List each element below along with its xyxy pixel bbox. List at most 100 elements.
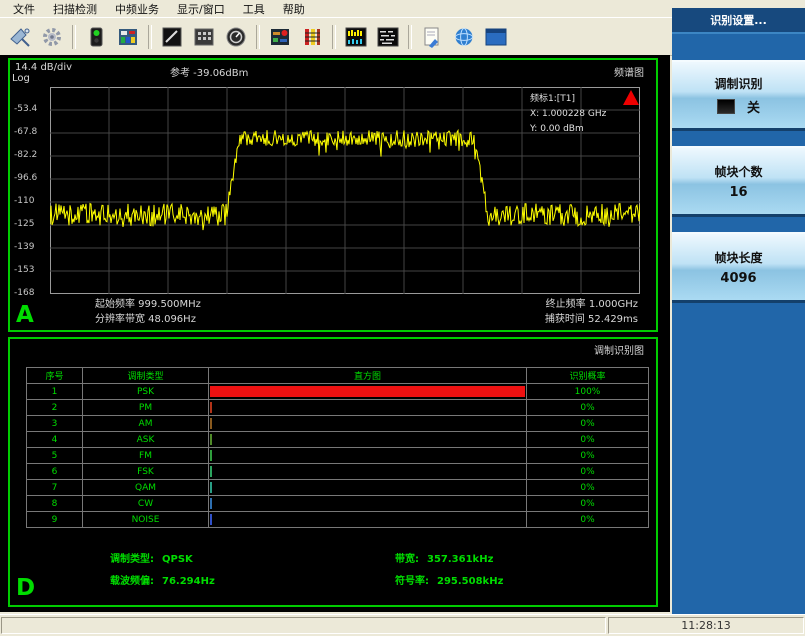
- spectrum-footer-right: 终止频率 1.000GHz 捕获时间 52.429ms: [545, 297, 638, 327]
- column-header: 识别概率: [527, 368, 649, 384]
- histogram-bar: [210, 434, 212, 445]
- menu-item-5[interactable]: 帮助: [274, 0, 314, 18]
- menu-item-2[interactable]: 中频业务: [106, 0, 168, 18]
- histogram-bar: [210, 482, 212, 493]
- y-axis-tick: -96.6: [14, 173, 48, 183]
- modulation-table: 序号调制类型直方图识别概率1PSK100%2PM0%3AM0%4ASK0%5FM…: [26, 367, 649, 528]
- modrec-summary-right: 带宽:357.361kHz 符号率:295.508kHz: [395, 549, 503, 593]
- window-button[interactable]: [481, 22, 511, 52]
- black-display-icon: [161, 26, 183, 48]
- spectrum-display-icon: [345, 26, 367, 48]
- panel-letter-d: D: [16, 575, 35, 601]
- sidebar-button-value: 16: [729, 185, 747, 200]
- sidebar-title: 识别设置...: [672, 8, 805, 34]
- symbol-rate-value: 295.508kHz: [437, 576, 503, 587]
- window-icon: [485, 26, 507, 48]
- probability-value: 0%: [527, 512, 649, 528]
- histogram-bar: [210, 514, 212, 525]
- y-axis-tick: -125: [14, 219, 48, 229]
- control-panel-button[interactable]: [265, 22, 295, 52]
- row-index: 3: [27, 416, 83, 432]
- sidebar-button-3[interactable]: 帧块长度 4096: [672, 232, 805, 303]
- modulation-type: PSK: [83, 384, 209, 400]
- modulation-type: FM: [83, 448, 209, 464]
- table-row[interactable]: 7QAM0%: [27, 480, 649, 496]
- histogram-bar: [210, 386, 525, 397]
- table-row[interactable]: 9NOISE 0%: [27, 512, 649, 528]
- level-meter-button[interactable]: [297, 22, 327, 52]
- y-axis-tick: -82.2: [14, 150, 48, 160]
- table-row[interactable]: 4ASK0%: [27, 432, 649, 448]
- panel-letter-a: A: [16, 302, 34, 328]
- gauge-button[interactable]: [221, 22, 251, 52]
- modrec-view-label: 调制识别图: [594, 342, 644, 357]
- row-index: 8: [27, 496, 83, 512]
- modrec-summary-left: 调制类型:QPSK 载波频偏:76.294Hz: [110, 549, 215, 593]
- probability-value: 0%: [527, 448, 649, 464]
- sidebar-button-2[interactable]: 帧块个数 16: [672, 146, 805, 217]
- globe-button[interactable]: [449, 22, 479, 52]
- y-axis-tick: -110: [14, 196, 48, 206]
- histogram-cell: [209, 384, 527, 400]
- histogram-bar: [210, 450, 212, 461]
- start-frequency-label: 起始频率 999.500MHz: [95, 297, 201, 312]
- table-row[interactable]: 5FM 0%: [27, 448, 649, 464]
- waterfall-display-icon: [377, 26, 399, 48]
- table-row[interactable]: 2PM0%: [27, 400, 649, 416]
- probability-value: 0%: [527, 400, 649, 416]
- spectrum-display-button[interactable]: [341, 22, 371, 52]
- histogram-cell: [209, 416, 527, 432]
- marker-x-value: X: 1.000228 GHz: [530, 107, 648, 122]
- waterfall-display-button[interactable]: [373, 22, 403, 52]
- table-header-row: 序号调制类型直方图识别概率: [27, 368, 649, 384]
- row-index: 5: [27, 448, 83, 464]
- color-meter-button[interactable]: [113, 22, 143, 52]
- stop-frequency-label: 终止频率 1.000GHz: [545, 297, 638, 312]
- main-display-area: 14.4 dB/div Log 参考 -39.06dBm 频谱图 频标1:[T1…: [0, 55, 670, 612]
- mod-type-label: 调制类型:: [110, 554, 154, 565]
- modulation-type: NOISE: [83, 512, 209, 528]
- marker-arrow-icon[interactable]: [623, 90, 639, 105]
- histogram-bar: [210, 466, 212, 477]
- histogram-cell: [209, 512, 527, 528]
- log-label: Log: [12, 73, 30, 84]
- sidebar-button-value: 4096: [720, 271, 756, 286]
- y-axis-tick: -168: [14, 288, 48, 298]
- gear-button[interactable]: [37, 22, 67, 52]
- spectrum-view-label: 频谱图: [614, 64, 644, 79]
- row-index: 1: [27, 384, 83, 400]
- row-index: 9: [27, 512, 83, 528]
- signal-monitor-button[interactable]: [81, 22, 111, 52]
- table-row[interactable]: 3AM0%: [27, 416, 649, 432]
- histogram-cell: [209, 400, 527, 416]
- table-row[interactable]: 1PSK100%: [27, 384, 649, 400]
- table-row[interactable]: 8CW0%: [27, 496, 649, 512]
- symbol-rate-label: 符号率:: [395, 576, 429, 587]
- menu-item-4[interactable]: 工具: [234, 0, 274, 18]
- black-display-button[interactable]: [157, 22, 187, 52]
- document-edit-icon: [421, 26, 443, 48]
- y-axis-tick: -53.4: [14, 104, 48, 114]
- bandwidth-value: 357.361kHz: [427, 554, 493, 565]
- modulation-type: CW: [83, 496, 209, 512]
- reference-level-label: 参考 -39.06dBm: [170, 64, 248, 79]
- probability-value: 0%: [527, 480, 649, 496]
- histogram-bar: [210, 418, 212, 429]
- table-row[interactable]: 6FSK0%: [27, 464, 649, 480]
- row-index: 6: [27, 464, 83, 480]
- menu-item-3[interactable]: 显示/窗口: [168, 0, 234, 18]
- menu-item-1[interactable]: 扫描检测: [44, 0, 106, 18]
- sidebar-button-label: 帧块长度: [714, 249, 762, 266]
- sidebar-button-label: 帧块个数: [714, 163, 762, 180]
- satellite-button[interactable]: [5, 22, 35, 52]
- menu-item-0[interactable]: 文件: [4, 0, 44, 18]
- column-header: 序号: [27, 368, 83, 384]
- sidebar-buttons: 调制识别关帧块个数 16 帧块长度 4096: [672, 60, 805, 303]
- capture-time-label: 捕获时间 52.429ms: [545, 312, 638, 327]
- document-edit-button[interactable]: [417, 22, 447, 52]
- keypad-button[interactable]: [189, 22, 219, 52]
- modulation-type: QAM: [83, 480, 209, 496]
- toolbar-separator: [256, 25, 260, 49]
- sidebar-button-1[interactable]: 调制识别关: [672, 60, 805, 131]
- app-window: 文件扫描检测中频业务显示/窗口工具帮助 14.4 dB/div Log 参考 -…: [0, 0, 805, 56]
